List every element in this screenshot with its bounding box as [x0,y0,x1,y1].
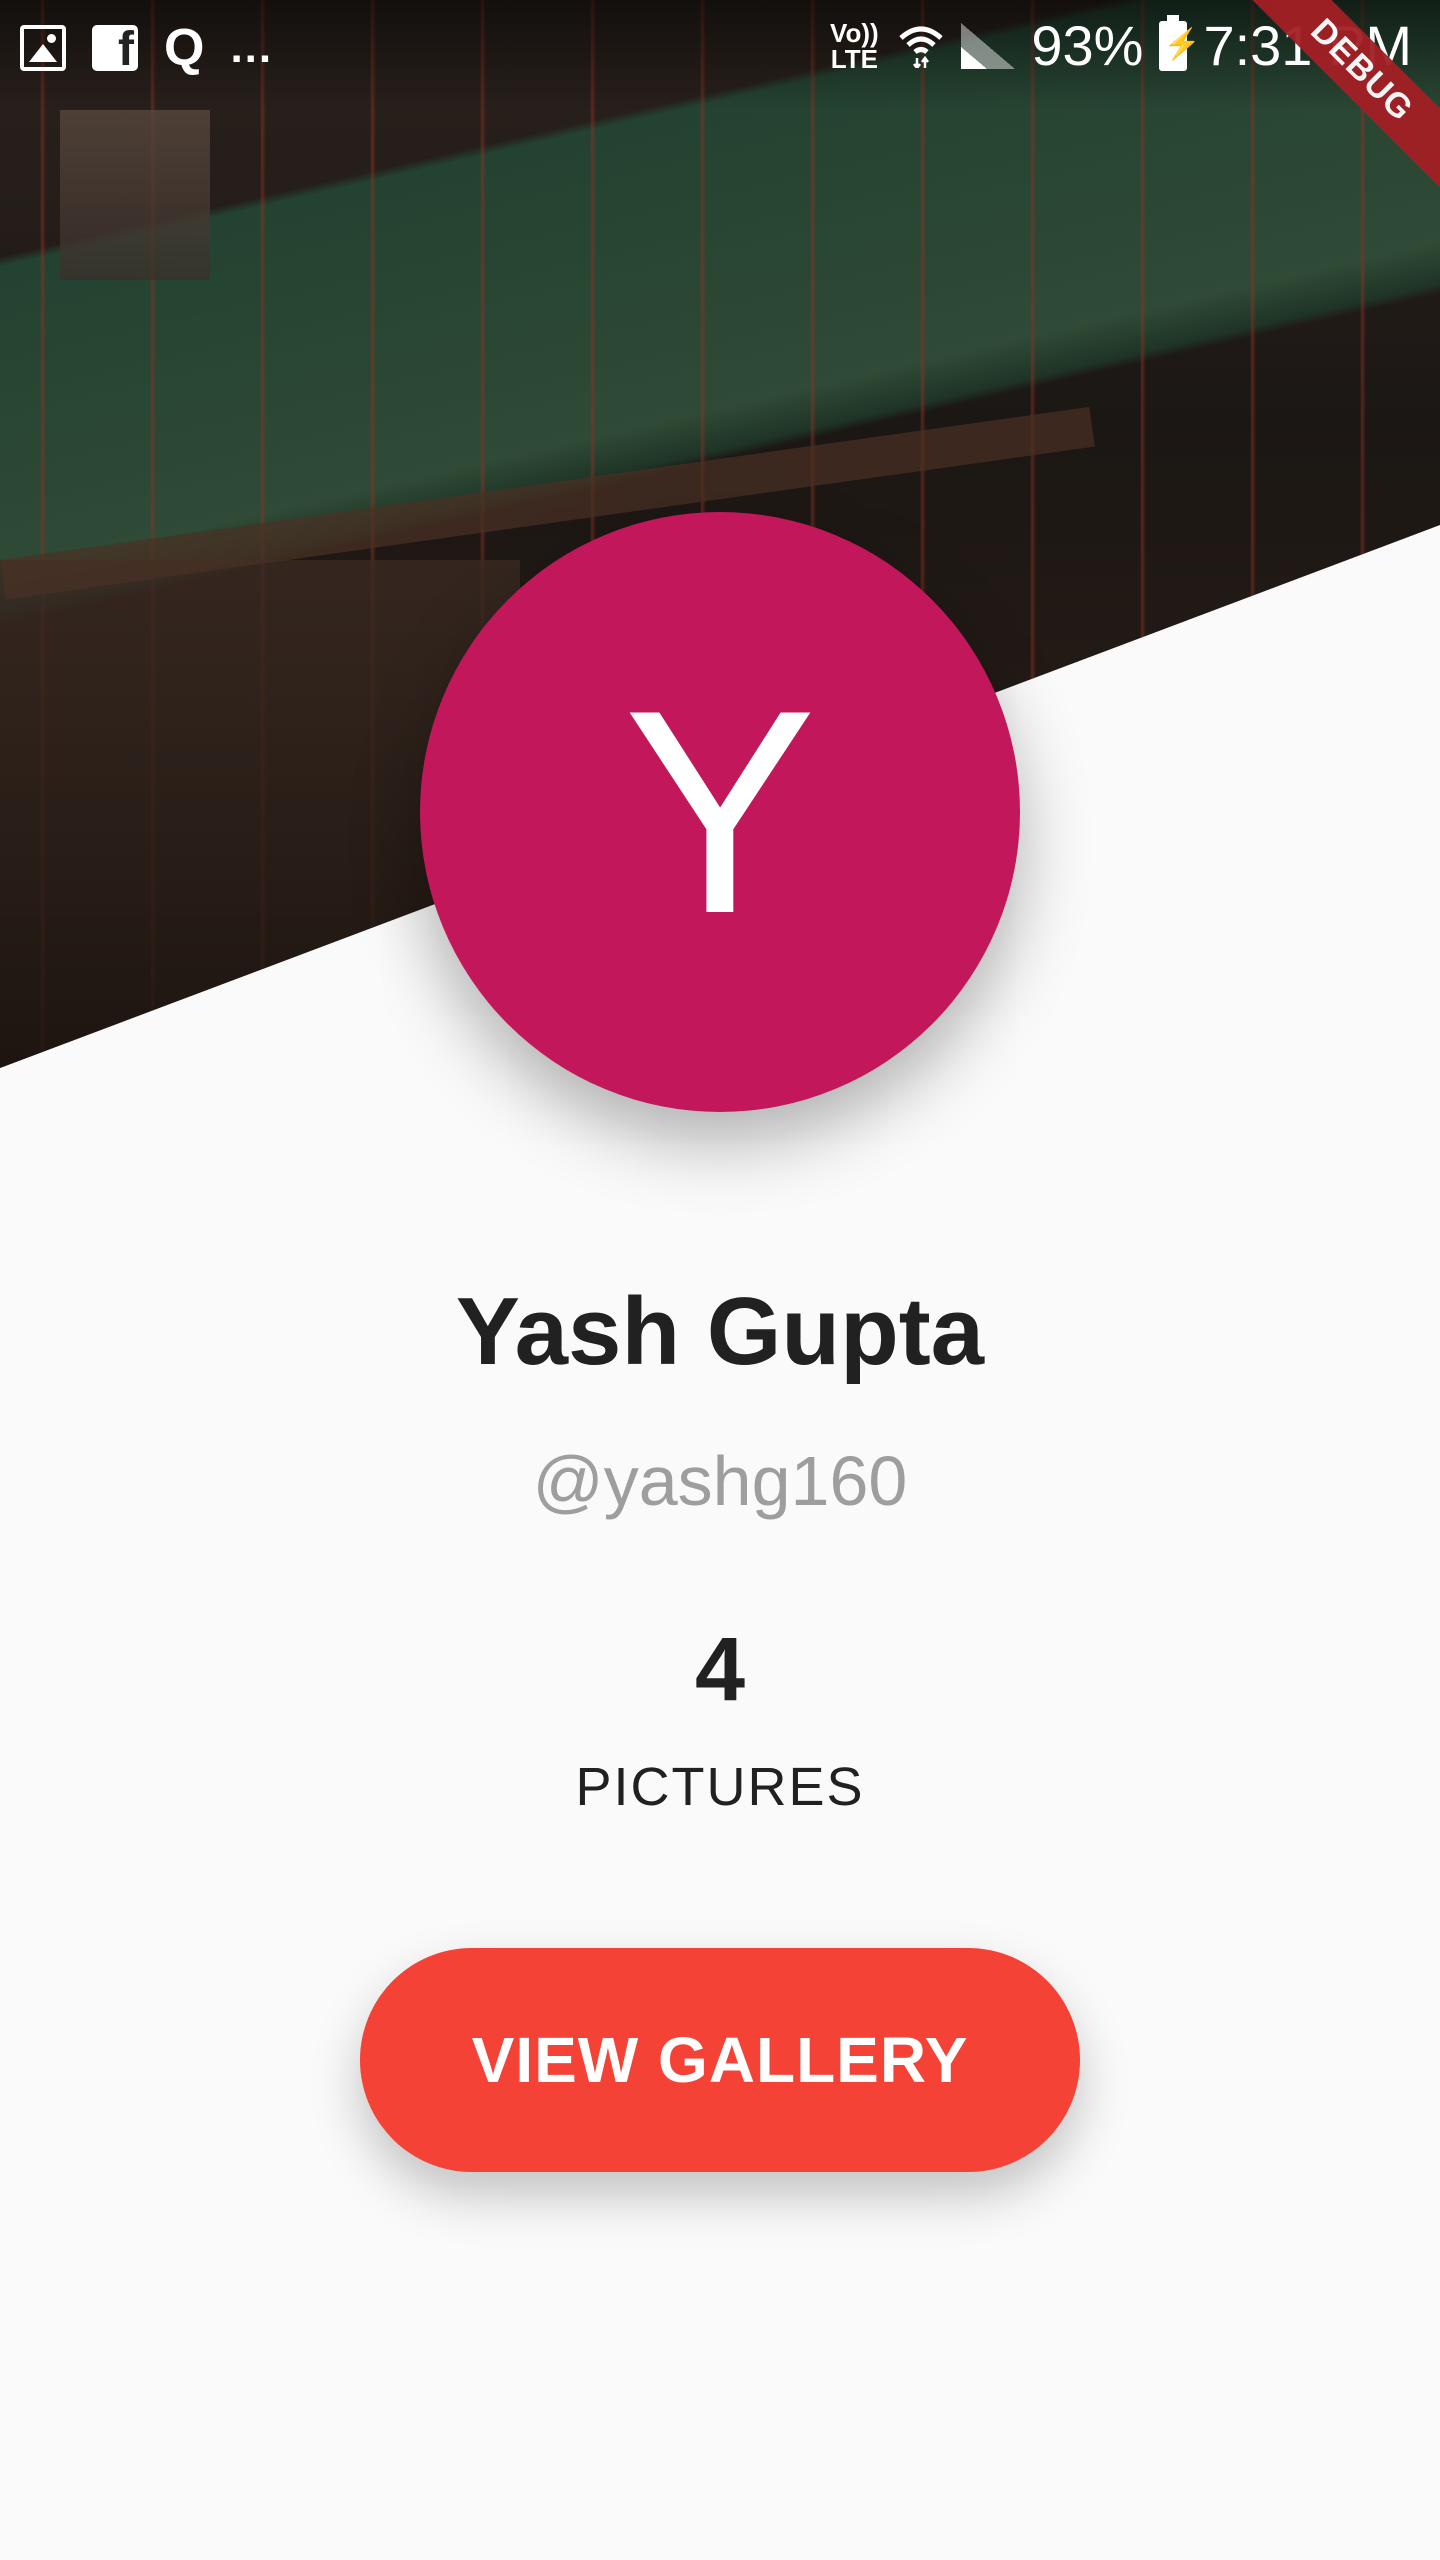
profile-handle: @yashg160 [532,1442,908,1520]
avatar-initial: Y [623,650,817,974]
status-bar: f Q ... Vo))LTE 93% ⚡ 7:31 PM [0,0,1440,100]
quora-icon: Q [164,19,205,77]
avatar[interactable]: Y [420,512,1020,1112]
pictures-label: PICTURES [575,1757,865,1817]
battery-percent: 93% [1031,14,1144,77]
image-icon [20,25,66,71]
more-notifications-indicator: ... [230,23,274,72]
profile-name: Yash Gupta [455,1278,985,1385]
cellular-signal-icon [961,23,1016,69]
background-building-detail [60,110,210,280]
volte-icon: Vo)) LTE [830,18,879,74]
view-gallery-label: VIEW GALLERY [471,2024,969,2096]
notification-icons: f Q ... [20,22,273,74]
facebook-icon: f [92,25,138,71]
view-gallery-button[interactable]: VIEW GALLERY [360,1948,1080,2172]
wifi-icon [899,26,944,68]
battery-charging-icon: ⚡ [1159,15,1201,71]
pictures-count: 4 [694,1620,746,1720]
